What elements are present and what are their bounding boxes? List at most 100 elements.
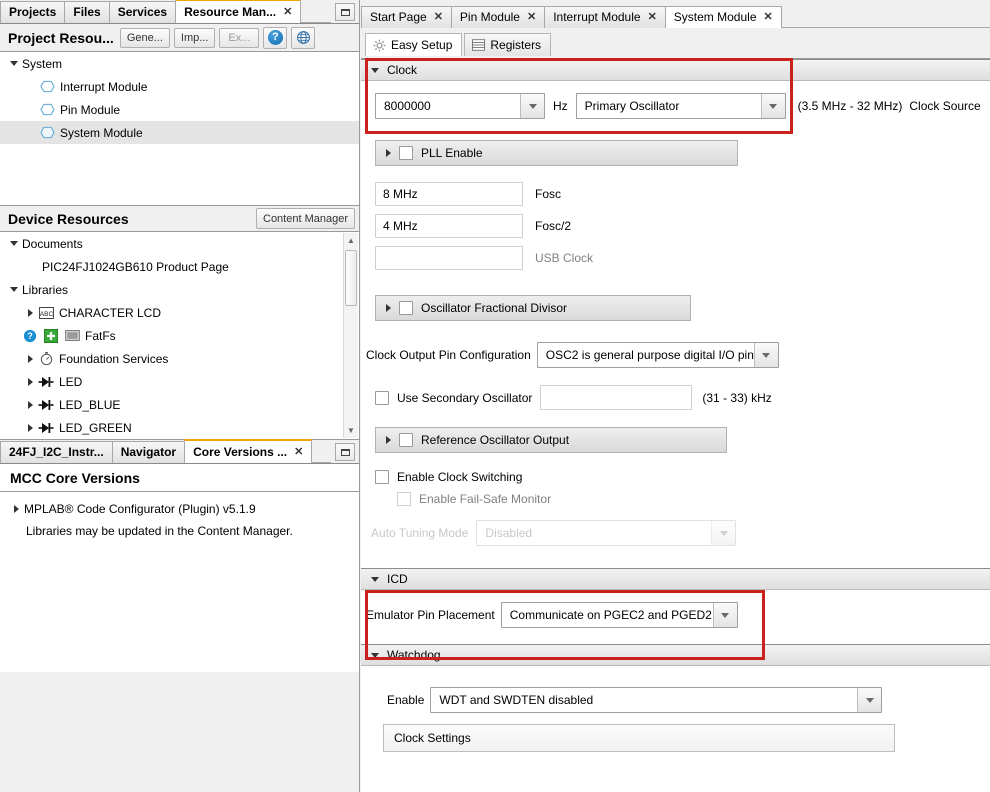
project-resources-header: Project Resou... Gene... Imp... Ex... ? xyxy=(0,24,359,52)
expander-right-icon[interactable] xyxy=(386,149,391,157)
scrollbar-thumb[interactable] xyxy=(345,250,357,306)
content-manager-button[interactable]: Content Manager xyxy=(256,208,355,229)
oscillator-fractional-divisor-group[interactable]: Oscillator Fractional Divisor xyxy=(375,295,691,321)
expander-right-icon[interactable] xyxy=(22,354,38,363)
tab-projects[interactable]: Projects xyxy=(0,1,66,23)
expander-right-icon[interactable] xyxy=(22,400,38,409)
expander-down-icon[interactable] xyxy=(6,61,22,66)
help-icon[interactable]: ? xyxy=(22,329,38,343)
fosc-field[interactable]: 8 MHz xyxy=(375,182,523,206)
auto-tuning-mode-combo[interactable]: Disabled xyxy=(476,520,737,546)
tab-resource-management[interactable]: Resource Man... ✕ xyxy=(175,0,302,24)
project-resources-tree[interactable]: System Interrupt Module Pin Module Syste… xyxy=(0,52,359,206)
chevron-down-icon[interactable] xyxy=(712,603,737,627)
pll-enable-checkbox[interactable] xyxy=(399,146,413,160)
tab-services[interactable]: Services xyxy=(108,1,177,23)
devres-item-character-lcd[interactable]: ABC CHARACTER LCD xyxy=(0,301,341,324)
tab-pin-module[interactable]: Pin Module ✕ xyxy=(450,6,546,28)
subtab-easy-setup[interactable]: Easy Setup xyxy=(365,33,463,56)
watchdog-enable-combo[interactable]: WDT and SWDTEN disabled xyxy=(430,687,883,713)
device-resources-scrollbar[interactable]: ▲ ▼ xyxy=(343,233,358,438)
add-icon[interactable] xyxy=(43,328,59,343)
devres-item-libraries[interactable]: Libraries xyxy=(0,278,341,301)
collapse-arrow-icon[interactable] xyxy=(371,576,379,582)
minimize-icon[interactable] xyxy=(335,443,355,461)
oscillator-fractional-divisor-checkbox[interactable] xyxy=(399,301,413,315)
section-header-icd[interactable]: ICD xyxy=(361,568,990,590)
tree-item-interrupt-module[interactable]: Interrupt Module xyxy=(0,75,359,98)
expander-right-icon[interactable] xyxy=(22,377,38,386)
close-icon[interactable]: ✕ xyxy=(527,7,536,28)
tab-interrupt-module[interactable]: Interrupt Module ✕ xyxy=(544,6,666,28)
devres-item-product-page[interactable]: PIC24FJ1024GB610 Product Page xyxy=(0,255,341,278)
watchdog-clock-settings-group[interactable]: Clock Settings xyxy=(383,724,895,752)
close-icon[interactable]: ✕ xyxy=(434,7,443,28)
import-button[interactable]: Imp... xyxy=(173,27,216,48)
usb-clock-field[interactable] xyxy=(375,246,523,270)
enable-failsafe-monitor-checkbox[interactable] xyxy=(397,492,411,506)
module-subtabs: Easy Setup Registers xyxy=(361,28,990,56)
chevron-down-icon[interactable] xyxy=(857,688,882,712)
tab-navigator[interactable]: Navigator xyxy=(111,441,186,463)
collapse-arrow-icon[interactable] xyxy=(371,652,379,658)
subtab-registers[interactable]: Registers xyxy=(464,33,552,56)
scroll-down-icon[interactable]: ▼ xyxy=(344,423,358,438)
emulator-pin-placement-combo[interactable]: Communicate on PGEC2 and PGED2 xyxy=(500,602,738,628)
devres-item-fatfs[interactable]: ? FatFs xyxy=(0,324,341,347)
help-button[interactable]: ? xyxy=(263,26,288,49)
tab-files[interactable]: Files xyxy=(64,1,110,23)
devres-item-led[interactable]: LED xyxy=(0,370,341,393)
tab-system-module[interactable]: System Module ✕ xyxy=(664,6,782,28)
scroll-up-icon[interactable]: ▲ xyxy=(344,233,358,248)
close-icon[interactable]: ✕ xyxy=(764,7,773,28)
reference-oscillator-output-checkbox[interactable] xyxy=(399,433,413,447)
section-header-clock[interactable]: Clock xyxy=(361,59,990,81)
tab-core-versions[interactable]: Core Versions ... ✕ xyxy=(184,439,313,464)
tab-label: Pin Module xyxy=(459,10,520,24)
registers-icon xyxy=(472,39,486,51)
export-button[interactable]: Ex... xyxy=(219,27,260,48)
core-version-plugin-row[interactable]: MPLAB® Code Configurator (Plugin) v5.1.9 xyxy=(0,498,359,520)
devres-item-led-blue[interactable]: LED_BLUE xyxy=(0,393,341,416)
chevron-down-icon[interactable] xyxy=(753,343,778,367)
fosc2-field[interactable]: 4 MHz xyxy=(375,214,523,238)
tree-item-system[interactable]: System xyxy=(0,52,359,75)
reference-oscillator-output-group[interactable]: Reference Oscillator Output xyxy=(375,427,727,453)
close-icon[interactable]: ✕ xyxy=(294,441,303,464)
pll-enable-group[interactable]: PLL Enable xyxy=(375,140,738,166)
chevron-down-icon[interactable] xyxy=(711,521,736,545)
use-secondary-oscillator-checkbox[interactable] xyxy=(375,390,389,405)
close-icon[interactable]: ✕ xyxy=(283,1,292,24)
enable-clock-switching-checkbox[interactable] xyxy=(375,470,389,484)
clock-source-combo[interactable]: Primary Oscillator xyxy=(575,93,786,119)
tree-item-pin-module[interactable]: Pin Module xyxy=(0,98,359,121)
tree-item-system-module[interactable]: System Module xyxy=(0,121,359,144)
expander-right-icon[interactable] xyxy=(386,304,391,312)
clock-output-pin-combo[interactable]: OSC2 is general purpose digital I/O pin xyxy=(536,342,779,368)
chevron-down-icon[interactable] xyxy=(760,94,785,118)
minimize-icon[interactable] xyxy=(335,3,355,21)
globe-button[interactable] xyxy=(291,26,316,49)
devres-item-foundation-services[interactable]: Foundation Services xyxy=(0,347,341,370)
tab-label: Start Page xyxy=(370,10,427,24)
expander-down-icon[interactable] xyxy=(6,241,22,246)
devres-item-led-green[interactable]: LED_GREEN xyxy=(0,416,341,439)
device-resources-tree[interactable]: Documents PIC24FJ1024GB610 Product Page … xyxy=(0,232,359,440)
generate-button[interactable]: Gene... xyxy=(119,27,170,48)
secondary-oscillator-field[interactable] xyxy=(540,385,693,410)
section-header-watchdog[interactable]: Watchdog xyxy=(361,644,990,666)
collapse-arrow-icon[interactable] xyxy=(371,67,379,73)
tab-start-page[interactable]: Start Page ✕ xyxy=(361,6,452,28)
close-icon[interactable]: ✕ xyxy=(648,7,657,28)
tab-24fj-i2c-instr[interactable]: 24FJ_I2C_Instr... xyxy=(0,441,113,463)
expander-right-icon[interactable] xyxy=(22,423,38,432)
expander-down-icon[interactable] xyxy=(6,287,22,292)
expander-right-icon[interactable] xyxy=(8,505,24,513)
expander-right-icon[interactable] xyxy=(22,308,38,317)
clock-frequency-combo[interactable]: 8000000 xyxy=(375,93,545,119)
diode-icon xyxy=(38,398,54,412)
expander-right-icon[interactable] xyxy=(386,436,391,444)
devres-item-documents[interactable]: Documents xyxy=(0,232,341,255)
usb-clock-label: USB Clock xyxy=(535,251,594,265)
chevron-down-icon[interactable] xyxy=(520,94,544,118)
